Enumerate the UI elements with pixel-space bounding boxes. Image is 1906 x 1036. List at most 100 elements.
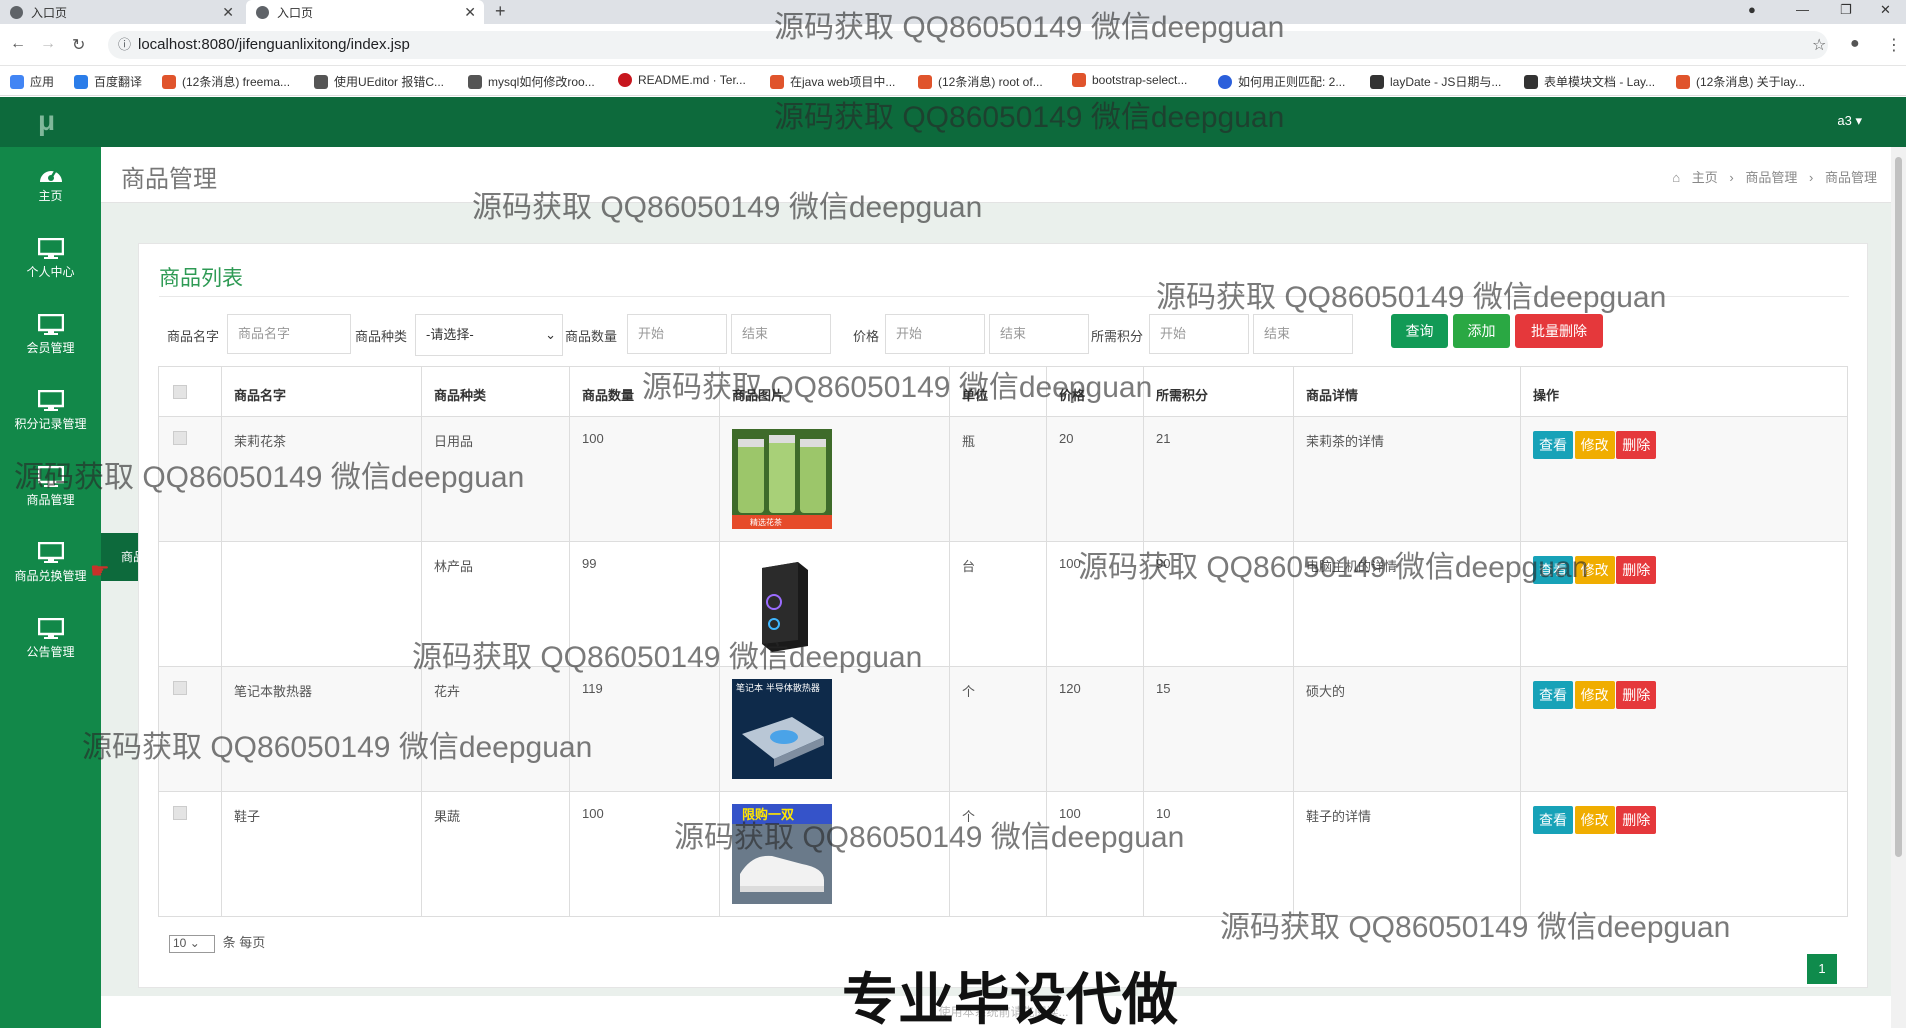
cell-name: 笔记本散热器 [221,666,422,792]
csdn-icon [770,74,784,89]
page-size-control: 10 ⌄ 条 每页 [169,932,265,953]
reload-icon[interactable]: ↻ [72,35,85,55]
table-row: 鞋子 果蔬 100 限购一双 个 100 10 鞋子的详情 查看 修改 删除 [158,791,1848,917]
restore-icon[interactable]: ❐ [1840,2,1852,18]
cell-unit: 个 [949,666,1047,792]
col-header: 商品数量 [569,366,720,417]
user-menu[interactable]: a3 ▾ [1837,113,1862,129]
home-icon: ⌂ [1672,170,1681,185]
app-logo: μ [38,105,56,136]
image-caption: 限购一双 [742,807,794,823]
back-icon[interactable]: ← [10,35,26,53]
edit-button[interactable]: 修改 [1574,431,1615,459]
bookmark-icon [468,74,482,89]
select-all-checkbox[interactable] [173,385,187,399]
delete-button[interactable]: 删除 [1616,806,1657,834]
bookmark[interactable]: 使用UEditor 报错C... [314,73,444,90]
profile-dot-icon[interactable]: ● [1748,2,1756,17]
name-search-input[interactable]: 商品名字 [227,314,351,354]
row-checkbox[interactable] [173,681,187,695]
bookmark[interactable]: 百度翻译 [74,73,142,90]
view-button[interactable]: 查看 [1533,806,1573,834]
edit-button[interactable]: 修改 [1574,806,1615,834]
star-icon[interactable]: ☆ [1812,35,1826,55]
bookmark[interactable]: layDate - JS日期与... [1370,73,1501,90]
col-header: 商品图片 [719,366,950,417]
points-start-input[interactable]: 开始 [1149,314,1249,354]
product-pc-case-image [732,554,832,654]
url-input[interactable]: ⓘ localhost:8080/jifenguanlixitong/index… [108,31,1828,59]
browser-tab[interactable]: 入口页 ✕ [0,0,242,24]
delete-button[interactable]: 删除 [1616,556,1657,584]
query-button[interactable]: 查询 [1391,314,1448,348]
cell-name [221,541,422,667]
table-row: 林产品 99 台 100 90 电脑主机的详情 查看 修改 删除 [158,541,1848,667]
delete-button[interactable]: 删除 [1616,681,1657,709]
view-button[interactable]: 查看 [1533,556,1573,584]
price-end-input[interactable]: 结束 [989,314,1089,354]
bookmark-apps[interactable]: 应用 [10,73,54,90]
close-icon[interactable]: ✕ [222,4,234,21]
breadcrumb-item[interactable]: 商品管理 [1745,170,1797,185]
edit-button[interactable]: 修改 [1574,556,1615,584]
row-checkbox[interactable] [173,806,187,820]
sidebar-item-products[interactable]: 商品管理 [0,457,101,533]
view-button[interactable]: 查看 [1533,431,1573,459]
breadcrumb-current: 商品管理 [1824,170,1877,185]
bookmark[interactable]: README.md · Ter... [618,73,746,87]
bookmark[interactable]: bootstrap-select... [1072,73,1187,87]
sidebar-item-notices[interactable]: 公告管理 [0,609,101,685]
image-caption: 笔记本 半导体散热器 [736,682,820,694]
new-tab-icon[interactable]: + [495,1,506,22]
row-checkbox[interactable] [173,431,187,445]
batch-delete-button[interactable]: 批量删除 [1515,314,1603,348]
sidebar-item-home[interactable]: 主页 [0,153,101,229]
points-end-input[interactable]: 结束 [1253,314,1353,354]
close-icon[interactable]: ✕ [464,4,476,21]
menu-icon[interactable]: ⋮ [1886,35,1902,55]
sidebar-item-exchange[interactable]: 商品兑换管理 [0,533,101,609]
forward-icon[interactable]: → [40,35,56,53]
sidebar-item-members[interactable]: 会员管理 [0,305,101,381]
vertical-scrollbar[interactable] [1891,147,1906,1028]
bookmark[interactable]: 在java web项目中... [770,73,895,90]
product-jar-image: 精选花茶 [732,429,832,529]
sidebar-item-profile[interactable]: 个人中心 [0,229,101,305]
baidu-icon [1218,74,1232,89]
bookmark[interactable]: mysql如何修改roo... [468,73,595,90]
bookmark[interactable]: 表单模块文档 - Lay... [1524,73,1655,90]
page-size-select[interactable]: 10 ⌄ [169,935,215,953]
csdn-icon [918,74,932,89]
account-icon[interactable]: ● [1850,35,1860,53]
delete-button[interactable]: 删除 [1616,431,1657,459]
type-select[interactable]: -请选择- ⌄ [415,314,563,356]
cell-points: 10 [1143,791,1294,917]
breadcrumb-home[interactable]: 主页 [1692,170,1718,185]
page-1-button[interactable]: 1 [1807,954,1837,984]
browser-tab-active[interactable]: 入口页 ✕ [246,0,484,24]
col-header: 商品详情 [1293,366,1521,417]
bookmark[interactable]: 如何用正则匹配: 2... [1218,73,1345,90]
col-header: 操作 [1520,366,1848,417]
minimize-icon[interactable]: — [1796,2,1809,17]
price-start-input[interactable]: 开始 [885,314,985,354]
info-icon[interactable]: ⓘ [118,31,131,59]
cell-detail: 鞋子的详情 [1293,791,1521,917]
edit-button[interactable]: 修改 [1574,681,1615,709]
cell-detail: 电脑主机的详情 [1293,541,1521,667]
bookmark[interactable]: (12条消息) 关于lay... [1676,73,1805,90]
cell-price: 100 [1046,541,1144,667]
qty-start-input[interactable]: 开始 [627,314,727,354]
bookmark[interactable]: (12条消息) root of... [918,73,1043,90]
bookmark[interactable]: (12条消息) freema... [162,73,290,90]
filter-qty-label: 商品数量 [565,329,618,344]
cell-name: 鞋子 [221,791,422,917]
add-button[interactable]: 添加 [1453,314,1510,348]
apps-icon [10,74,24,89]
image-caption: 精选花茶 [750,517,782,527]
sidebar-item-points-records[interactable]: 积分记录管理 [0,381,101,457]
view-button[interactable]: 查看 [1533,681,1573,709]
qty-end-input[interactable]: 结束 [731,314,831,354]
close-window-icon[interactable]: ✕ [1880,2,1891,18]
scrollbar-thumb[interactable] [1895,157,1902,857]
